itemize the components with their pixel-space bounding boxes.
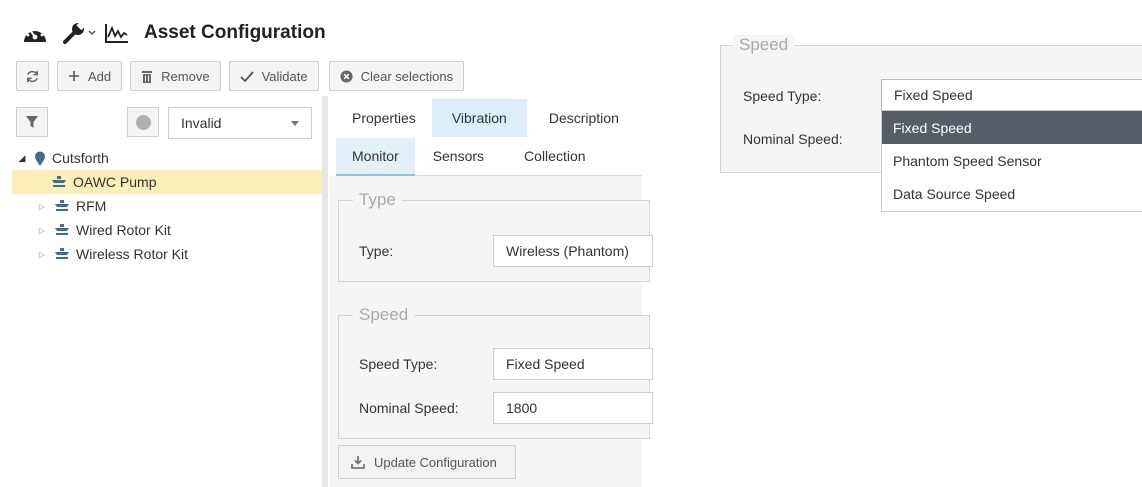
chevron-down-icon[interactable]	[88, 30, 96, 36]
nominal-speed-value: 1800	[506, 400, 538, 416]
type-value: Wireless (Phantom)	[506, 243, 629, 259]
speed-zoom-nominal-label: Nominal Speed:	[743, 131, 843, 147]
clear-selections-label: Clear selections	[360, 68, 454, 84]
speed-zoom-legend: Speed	[733, 35, 795, 55]
tree-root-label: Cutsforth	[52, 150, 109, 166]
asset-node-icon	[51, 176, 67, 188]
asset-node-icon	[54, 200, 70, 212]
option-phantom-speed-sensor[interactable]: Phantom Speed Sensor	[882, 144, 1142, 177]
location-pin-icon	[34, 151, 46, 166]
main-tabs: Properties Vibration Description	[336, 99, 641, 137]
option-fixed-speed[interactable]: Fixed Speed	[882, 111, 1142, 144]
remove-label: Remove	[161, 68, 210, 84]
asset-tree: ◢ Cutsforth OAWC Pump ▷ RFM ▷ Wired Roto…	[12, 146, 322, 266]
filter-button[interactable]	[16, 107, 48, 137]
asset-node-icon	[54, 224, 70, 236]
tab-collection[interactable]: Collection	[502, 138, 607, 174]
tab-properties[interactable]: Properties	[336, 99, 432, 137]
refresh-button[interactable]	[16, 61, 49, 91]
title-bar: Asset Configuration	[22, 16, 326, 50]
clear-icon	[340, 69, 353, 83]
asset-node-icon	[54, 248, 70, 260]
panel-splitter[interactable]	[322, 96, 328, 487]
trash-icon	[141, 70, 153, 83]
tree-item-label: Wired Rotor Kit	[76, 222, 171, 238]
update-configuration-label: Update Configuration	[374, 454, 497, 470]
expand-arrow-icon[interactable]: ◢	[16, 153, 28, 164]
tree-item-oawc-pump[interactable]: OAWC Pump	[12, 170, 322, 194]
speed-legend: Speed	[353, 305, 415, 325]
plus-icon	[68, 70, 80, 82]
status-indicator-button[interactable]	[127, 107, 159, 137]
speed-type-options: Fixed Speed Phantom Speed Sensor Data So…	[881, 110, 1142, 212]
wrench-icon[interactable]	[62, 21, 86, 45]
speed-type-dropdown-value: Fixed Speed	[894, 87, 973, 103]
speed-fieldset: Speed Speed Type: Fixed Speed Nominal Sp…	[338, 305, 653, 439]
tree-item-label: Wireless Rotor Kit	[76, 246, 189, 262]
tab-sensors[interactable]: Sensors	[415, 138, 502, 174]
tree-root[interactable]: ◢ Cutsforth	[16, 146, 322, 170]
filter-icon	[25, 115, 39, 129]
type-label: Type:	[359, 243, 394, 259]
tab-vibration[interactable]: Vibration	[431, 99, 527, 137]
type-legend: Type	[353, 190, 402, 210]
expand-arrow-icon[interactable]: ▷	[36, 202, 48, 211]
tree-item-wireless-rotor-kit[interactable]: ▷ Wireless Rotor Kit	[16, 242, 322, 266]
speed-type-select[interactable]: Fixed Speed	[493, 348, 653, 380]
nominal-speed-input[interactable]: 1800	[493, 392, 653, 424]
download-icon	[351, 455, 365, 469]
page-title: Asset Configuration	[144, 22, 326, 43]
speed-type-dropdown[interactable]: Fixed Speed	[881, 79, 1142, 111]
status-dot-icon	[135, 114, 151, 130]
tree-item-label: OAWC Pump	[73, 174, 157, 190]
nominal-speed-label: Nominal Speed:	[359, 400, 459, 416]
type-fieldset: Type Type: Wireless (Phantom)	[338, 190, 653, 282]
tab-description[interactable]: Description	[527, 99, 641, 137]
tree-item-wired-rotor-kit[interactable]: ▷ Wired Rotor Kit	[16, 218, 322, 242]
sub-tabs: Monitor Sensors Collection	[336, 138, 642, 176]
update-configuration-button[interactable]: Update Configuration	[338, 445, 516, 479]
status-filter-value: Invalid	[181, 115, 222, 131]
option-data-source-speed[interactable]: Data Source Speed	[882, 177, 1142, 210]
validate-button[interactable]: Validate	[228, 61, 319, 91]
validate-label: Validate	[261, 68, 308, 84]
trend-chart-icon[interactable]	[104, 22, 130, 44]
toolbar: Add Remove Validate Clear selections	[16, 61, 465, 93]
clear-selections-button[interactable]: Clear selections	[328, 61, 465, 91]
chevron-down-icon	[291, 120, 299, 126]
dashboard-icon[interactable]	[22, 22, 48, 44]
tree-item-rfm[interactable]: ▷ RFM	[16, 194, 322, 218]
speed-type-label: Speed Type:	[359, 356, 438, 372]
tree-item-label: RFM	[76, 198, 107, 214]
status-filter-select[interactable]: Invalid	[168, 107, 312, 139]
add-label: Add	[88, 68, 112, 84]
expand-arrow-icon[interactable]: ▷	[36, 250, 48, 259]
refresh-icon	[25, 69, 40, 84]
add-button[interactable]: Add	[57, 61, 123, 91]
check-icon	[239, 70, 254, 82]
speed-zoom-type-label: Speed Type:	[743, 88, 822, 104]
tab-monitor[interactable]: Monitor	[336, 138, 415, 176]
speed-type-value: Fixed Speed	[506, 356, 585, 372]
expand-arrow-icon[interactable]: ▷	[36, 226, 48, 235]
remove-button[interactable]: Remove	[130, 61, 221, 91]
type-value-field[interactable]: Wireless (Phantom)	[493, 235, 653, 267]
